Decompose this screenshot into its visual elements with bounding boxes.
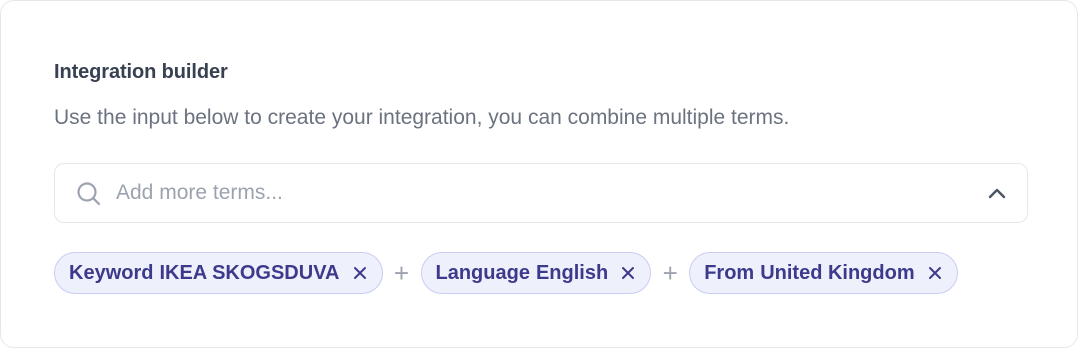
term-chip-language[interactable]: Language English	[420, 252, 652, 294]
close-icon[interactable]	[927, 265, 943, 281]
chip-value: English	[535, 261, 609, 284]
chip-key: Language	[435, 261, 530, 284]
chevron-up-icon[interactable]	[985, 182, 1009, 206]
chip-key: From	[704, 261, 755, 284]
plus-separator: +	[662, 258, 678, 288]
search-icon	[75, 180, 103, 208]
search-input[interactable]	[116, 174, 956, 212]
term-search-box[interactable]	[54, 163, 1028, 223]
term-chip-from[interactable]: From United Kingdom	[689, 252, 958, 294]
term-chip-list: Keyword IKEA SKOGSDUVA + Language English …	[54, 251, 958, 295]
chip-label: Language English	[436, 262, 609, 285]
chip-value: IKEA SKOGSDUVA	[159, 261, 340, 284]
chip-label: From United Kingdom	[704, 262, 914, 285]
close-icon[interactable]	[620, 265, 636, 281]
term-chip-keyword[interactable]: Keyword IKEA SKOGSDUVA	[54, 252, 383, 294]
builder-description: Use the input below to create your integ…	[54, 106, 790, 129]
chip-label: Keyword IKEA SKOGSDUVA	[69, 262, 340, 285]
close-icon[interactable]	[352, 265, 368, 281]
chip-value: United Kingdom	[760, 261, 915, 284]
integration-builder-card: Integration builder Use the input below …	[0, 0, 1078, 348]
builder-title: Integration builder	[54, 61, 228, 83]
chip-key: Keyword	[69, 261, 154, 284]
plus-separator: +	[393, 258, 410, 288]
